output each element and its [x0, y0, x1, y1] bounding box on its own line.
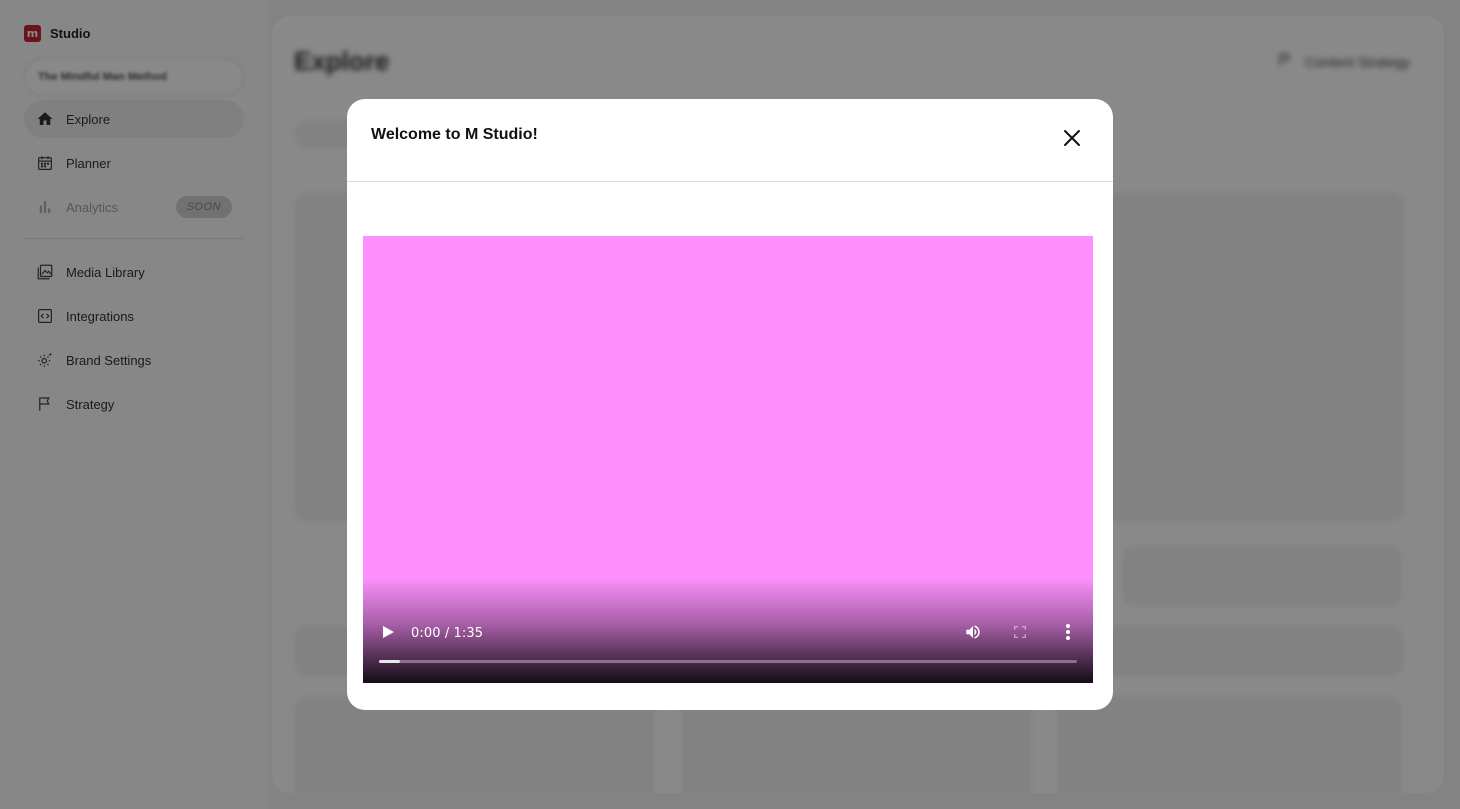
play-button[interactable]	[379, 625, 397, 643]
close-icon	[1063, 129, 1081, 152]
modal-title: Welcome to M Studio!	[371, 126, 538, 143]
play-icon	[381, 625, 395, 644]
video-time-display: 0:00 / 1:35	[411, 626, 484, 641]
fullscreen-icon	[1012, 624, 1028, 645]
welcome-modal: Welcome to M Studio! 0:00 / 1:35	[347, 99, 1113, 710]
video-buffered-fill	[379, 660, 400, 663]
video-progress-bar[interactable]	[379, 660, 1077, 663]
volume-button[interactable]	[963, 624, 983, 644]
video-controls: 0:00 / 1:35	[363, 613, 1093, 683]
more-options-button[interactable]	[1058, 623, 1078, 646]
volume-icon	[964, 623, 982, 646]
modal-header: Welcome to M Studio!	[347, 99, 1113, 182]
video-player[interactable]: 0:00 / 1:35	[363, 236, 1093, 683]
close-button[interactable]	[1061, 129, 1083, 151]
more-vertical-icon	[1065, 623, 1071, 646]
fullscreen-button[interactable]	[1010, 624, 1030, 644]
